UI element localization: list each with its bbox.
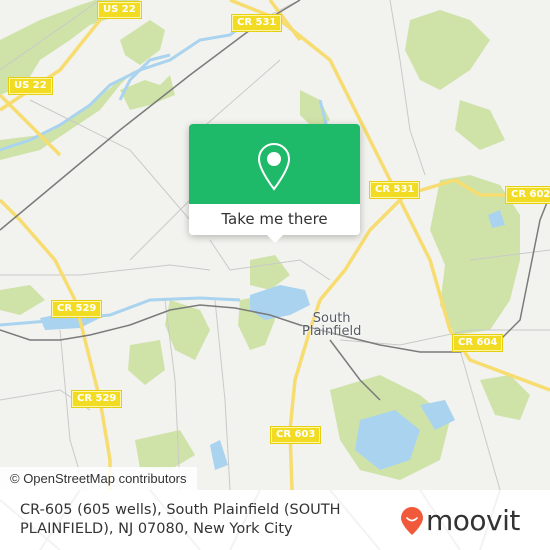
road-shield-cr604: CR 604 xyxy=(452,334,504,352)
minor-road xyxy=(29,99,191,221)
road-shield-cr603: CR 603 xyxy=(270,426,322,444)
park-area xyxy=(250,255,290,290)
map-attribution[interactable]: © OpenStreetMap contributors xyxy=(0,467,197,490)
park-area xyxy=(0,285,45,315)
brand-name: moovit xyxy=(426,504,520,537)
water-area xyxy=(250,285,310,320)
road-shield-cr531: CR 531 xyxy=(231,14,283,32)
water-area xyxy=(210,440,228,470)
road-shield-cr529: CR 529 xyxy=(51,300,103,318)
take-me-there-button[interactable]: Take me there xyxy=(189,204,360,235)
road-shield-us22: US 22 xyxy=(8,77,53,95)
park-area xyxy=(480,375,530,420)
minor-road xyxy=(59,329,86,490)
minor-road xyxy=(459,349,501,490)
parks xyxy=(0,0,530,480)
location-popup: Take me there xyxy=(189,124,360,243)
address-text: CR-605 (605 wells), South Plainfield (SO… xyxy=(20,502,341,537)
map[interactable]: US 22 US 22 CR 531 CR 531 CR 602 CR 529 … xyxy=(0,0,550,490)
road-shield-cr602: CR 602 xyxy=(505,186,550,204)
minor-road xyxy=(199,59,281,131)
road-shield-us22: US 22 xyxy=(97,1,142,19)
park-area xyxy=(128,340,165,385)
road-shield-cr529: CR 529 xyxy=(71,390,123,408)
moovit-logo[interactable]: moovit xyxy=(400,504,520,538)
road-shield-cr531: CR 531 xyxy=(369,181,421,199)
map-canvas xyxy=(0,0,550,490)
road-cr529 xyxy=(53,259,112,490)
popup-pointer xyxy=(266,234,284,243)
place-label-south-plainfield: South Plainfield xyxy=(302,312,361,338)
popup-header xyxy=(189,124,360,204)
road-west-diag xyxy=(0,198,57,262)
park-area xyxy=(455,100,505,150)
map-pin-icon xyxy=(257,142,291,191)
footer: CR-605 (605 wells), South Plainfield (SO… xyxy=(0,490,550,550)
minor-road xyxy=(0,264,211,276)
moovit-pin-icon xyxy=(401,507,423,535)
park-area xyxy=(135,430,195,470)
park-area xyxy=(405,10,490,90)
place-label-line: Plainfield xyxy=(302,324,362,339)
